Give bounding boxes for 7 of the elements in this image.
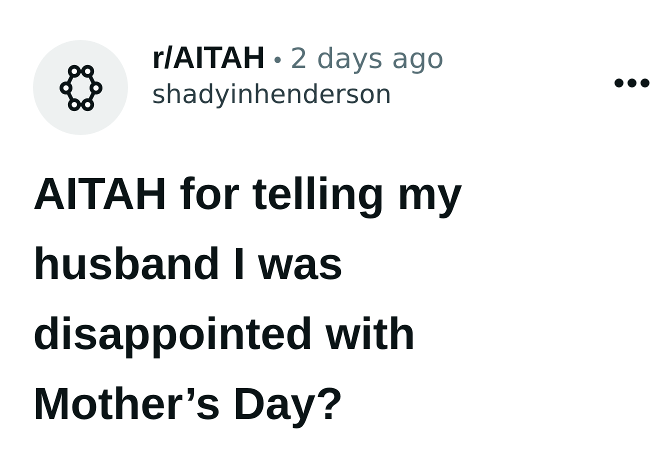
post-title: AITAH for telling my husband I was disappointed with Mother’s Day? [33, 167, 464, 431]
post-age: 2 days ago [290, 42, 444, 75]
author-link[interactable]: shadyinhenderson [152, 80, 444, 110]
separator-dot: • [271, 49, 284, 74]
more-icon [614, 78, 650, 88]
subreddit-link[interactable]: r/AITAH [152, 40, 266, 76]
more-options-button[interactable] [614, 78, 650, 88]
